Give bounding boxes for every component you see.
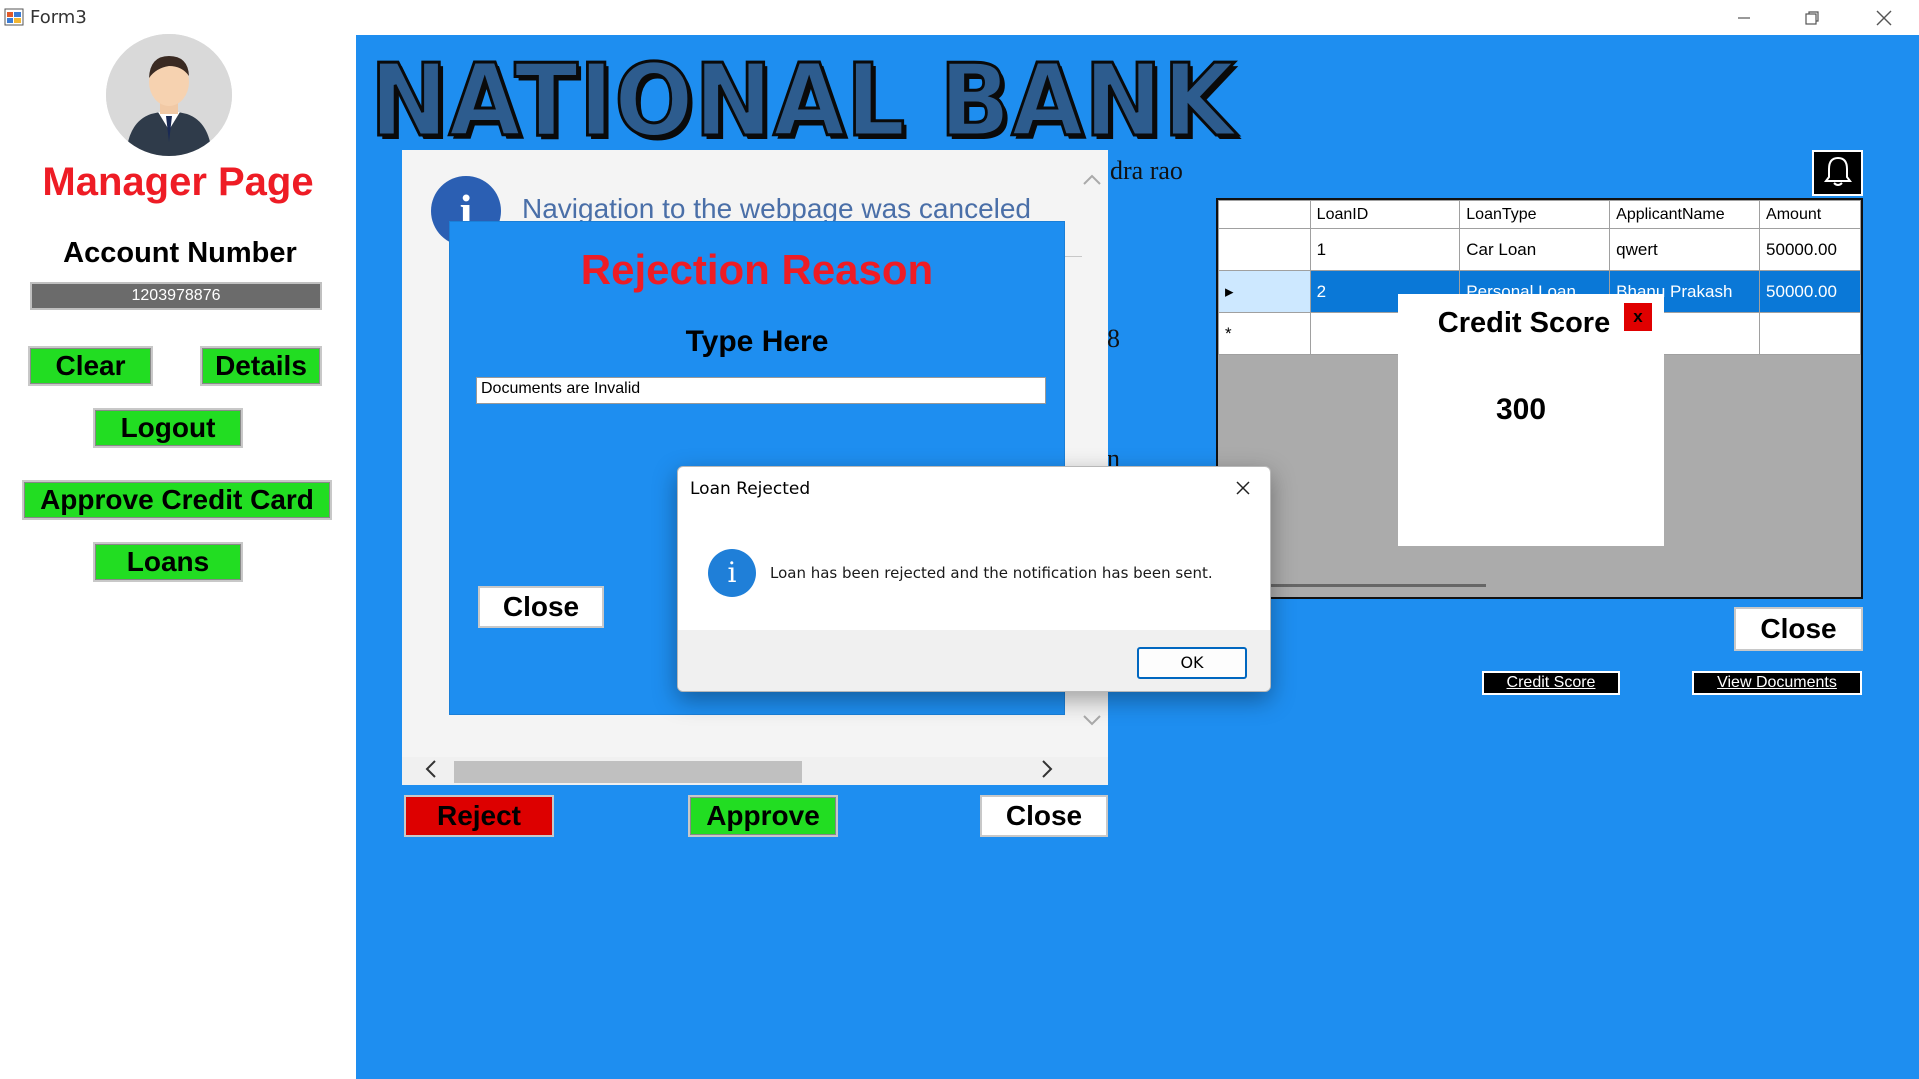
close-icon[interactable] xyxy=(1850,0,1918,35)
credit-score-button[interactable]: Credit Score xyxy=(1482,671,1620,695)
loan-rejected-dialog: Loan Rejected i Loan has been rejected a… xyxy=(677,466,1271,692)
close-button[interactable]: Close xyxy=(980,795,1108,837)
bell-icon xyxy=(1821,154,1855,193)
scroll-right-icon[interactable] xyxy=(1040,758,1054,786)
scrollbar-thumb[interactable] xyxy=(454,761,802,783)
approve-credit-card-button[interactable]: Approve Credit Card xyxy=(22,480,332,520)
column-header-loantype[interactable]: LoanType xyxy=(1459,200,1611,229)
restore-icon[interactable] xyxy=(1778,0,1846,35)
loans-button[interactable]: Loans xyxy=(93,542,243,582)
grid-header-row: LoanID LoanType ApplicantName Amount xyxy=(1218,200,1861,229)
row-header-current[interactable]: ▸ xyxy=(1218,270,1311,313)
type-here-label: Type Here xyxy=(685,325,829,358)
clear-button[interactable]: Clear xyxy=(28,346,153,386)
window-title: Form3 xyxy=(30,7,87,28)
cell-amount[interactable]: 50000.00 xyxy=(1759,270,1861,313)
dialog-close-icon[interactable] xyxy=(1226,475,1260,505)
scroll-up-icon[interactable] xyxy=(1082,166,1102,192)
rejection-close-button[interactable]: Close xyxy=(478,586,604,628)
account-number-label: Account Number xyxy=(63,237,297,269)
logout-button[interactable]: Logout xyxy=(93,408,243,448)
dialog-message: Loan has been rejected and the notificat… xyxy=(770,564,1213,582)
minimize-icon[interactable] xyxy=(1710,0,1778,35)
row-header-new[interactable]: * xyxy=(1218,312,1311,355)
cell-loanid[interactable]: 1 xyxy=(1309,228,1461,271)
avatar xyxy=(106,34,232,156)
cell-loantype[interactable]: Car Loan xyxy=(1459,228,1611,271)
table-row[interactable]: 1 Car Loan qwert 50000.00 xyxy=(1218,228,1861,271)
bank-logo-title: NATIONAL BANK xyxy=(369,41,1237,161)
credit-score-close-button[interactable]: x xyxy=(1623,302,1653,332)
background-digit-fragment: 8 xyxy=(1107,324,1120,353)
scroll-down-icon[interactable] xyxy=(1082,708,1102,734)
navigation-canceled-message: Navigation to the webpage was canceled xyxy=(522,193,1032,224)
notification-bell-button[interactable] xyxy=(1812,150,1863,196)
column-header-amount[interactable]: Amount xyxy=(1759,200,1861,229)
column-header-applicantname[interactable]: ApplicantName xyxy=(1609,200,1761,229)
grid-close-button[interactable]: Close xyxy=(1734,607,1863,651)
page-title: Manager Page xyxy=(42,160,314,204)
title-bar xyxy=(0,0,1919,35)
cell-amount[interactable] xyxy=(1759,312,1861,355)
column-header-loanid[interactable]: LoanID xyxy=(1309,200,1461,229)
row-header[interactable] xyxy=(1218,228,1311,271)
info-icon: i xyxy=(708,549,756,597)
details-button[interactable]: Details xyxy=(200,346,322,386)
approve-button[interactable]: Approve xyxy=(688,795,838,837)
cell-amount[interactable]: 50000.00 xyxy=(1759,228,1861,271)
credit-score-value: 300 xyxy=(1495,393,1547,426)
ok-button[interactable]: OK xyxy=(1137,647,1247,679)
dialog-title: Loan Rejected xyxy=(690,479,811,499)
cell-applicantname[interactable]: qwert xyxy=(1609,228,1761,271)
account-number-field[interactable]: 1203978876 xyxy=(30,282,322,310)
app-icon xyxy=(4,8,24,26)
rejection-reason-input[interactable]: Documents are Invalid xyxy=(476,377,1046,404)
applicant-name-fragment: dra rao xyxy=(1110,156,1183,185)
grid-horizontal-scrollbar[interactable] xyxy=(1270,584,1486,587)
row-header-corner xyxy=(1218,200,1311,229)
scroll-left-icon[interactable] xyxy=(424,758,438,786)
rejection-reason-title: Rejection Reason xyxy=(580,246,934,293)
reject-button[interactable]: Reject xyxy=(404,795,554,837)
view-documents-button[interactable]: View Documents xyxy=(1692,671,1862,695)
